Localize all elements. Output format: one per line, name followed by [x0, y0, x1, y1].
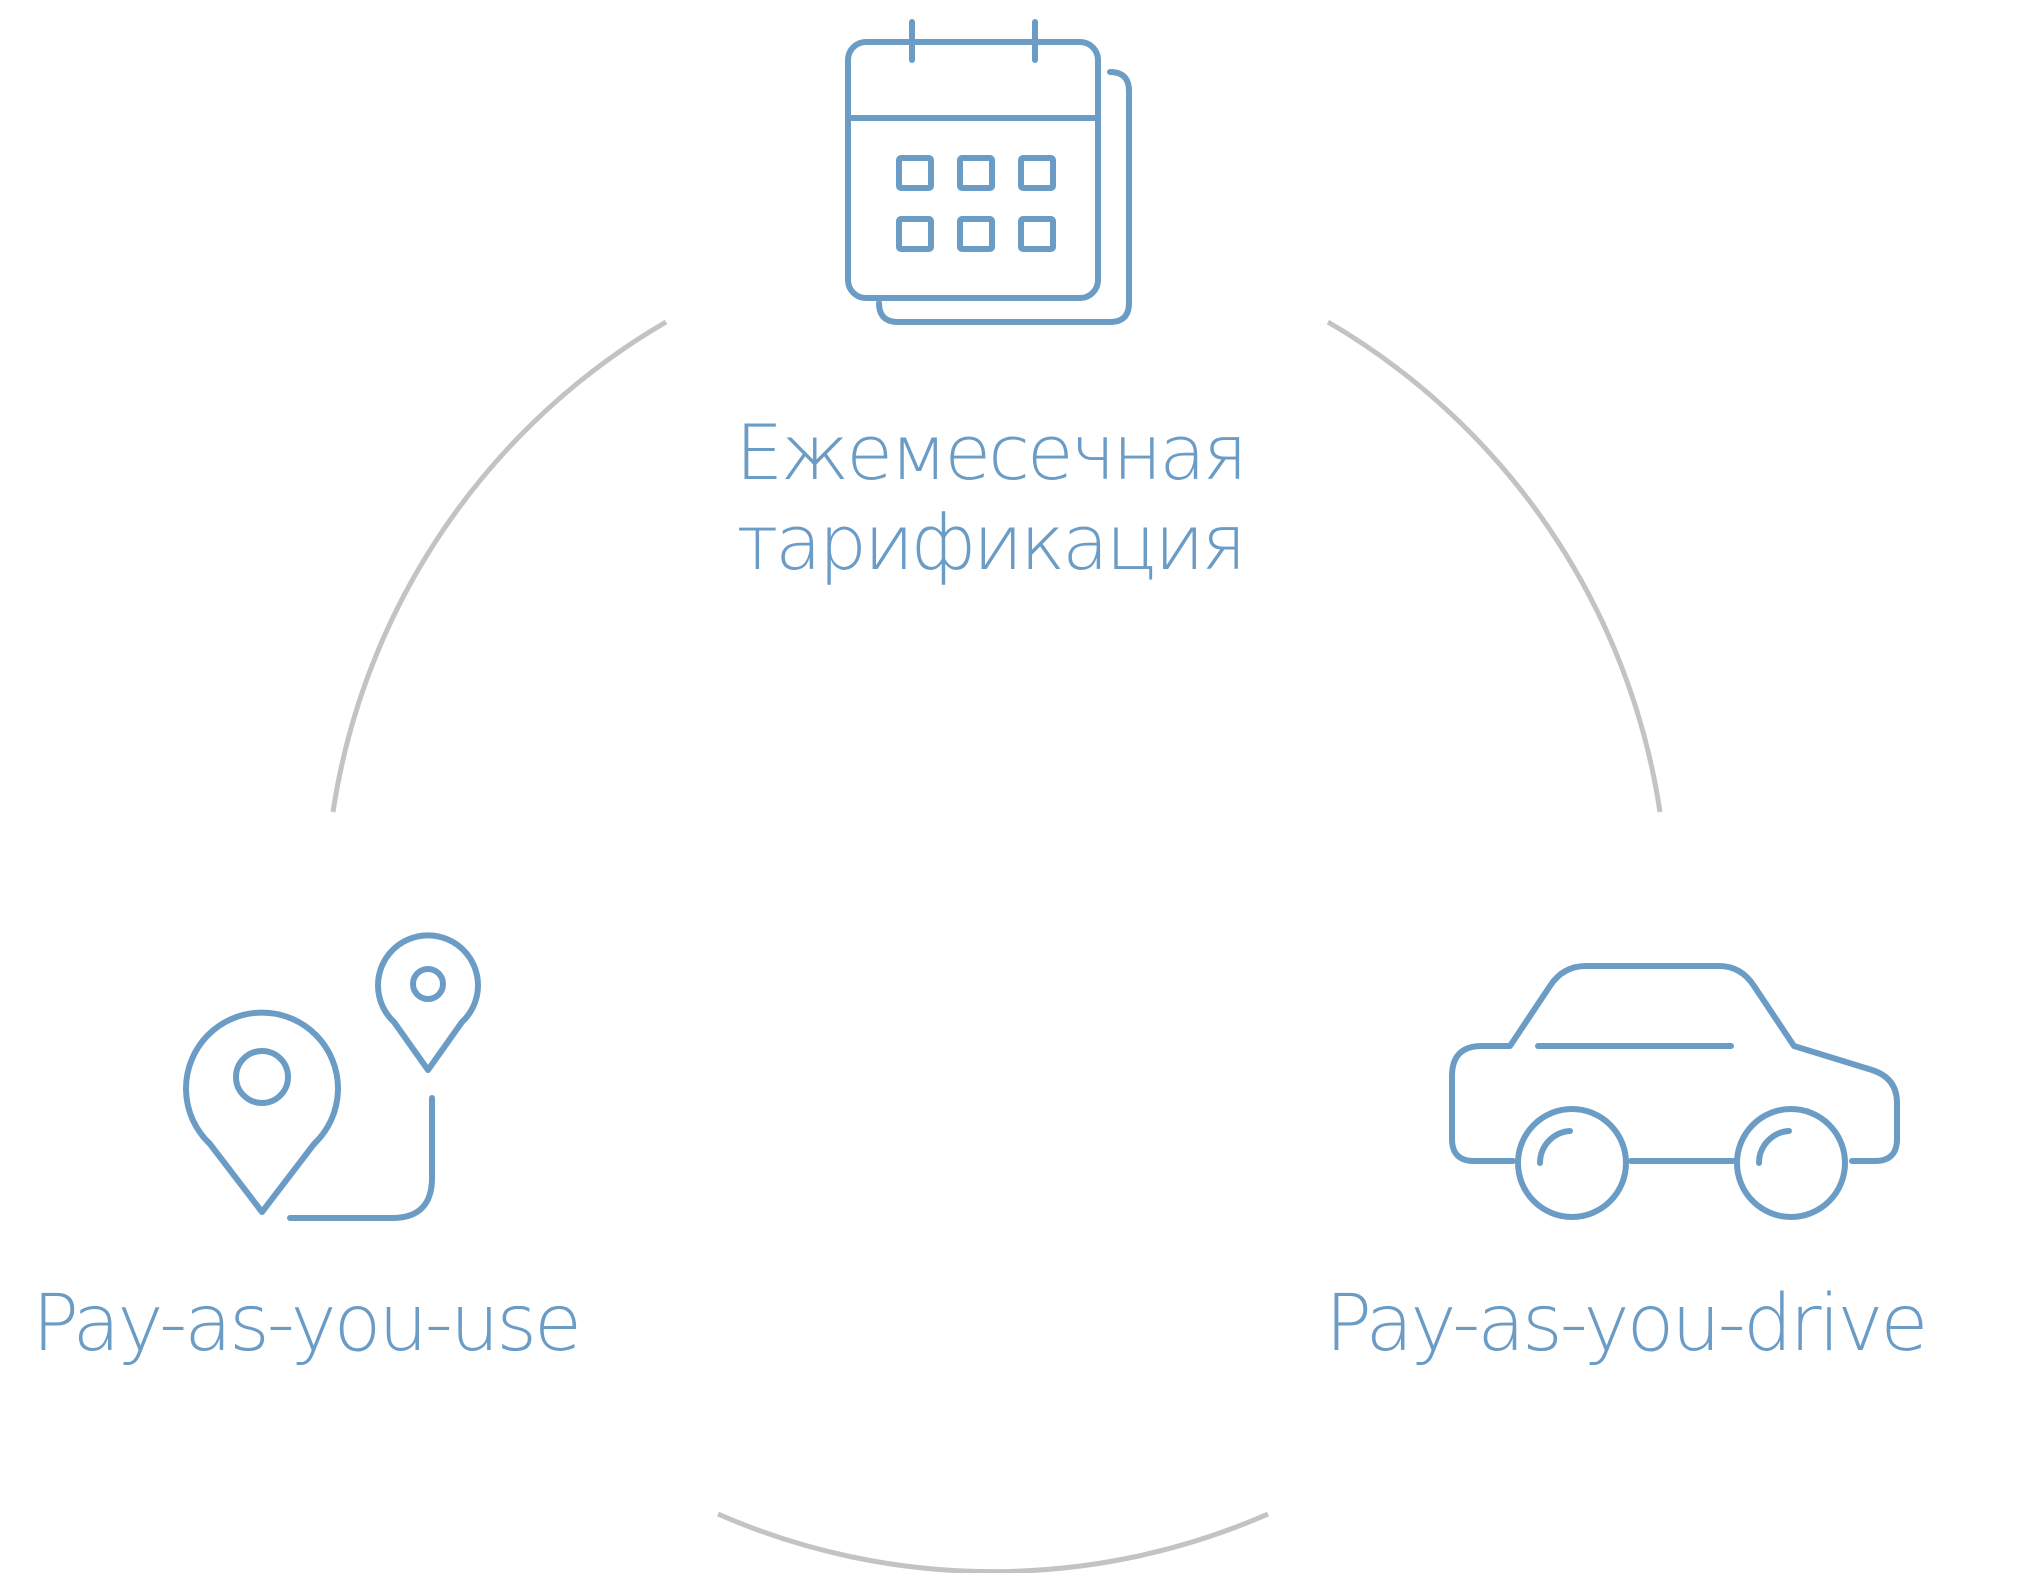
front-wheel-highlight	[1755, 1128, 1792, 1166]
calendar-cell	[1018, 216, 1056, 252]
pay-as-you-drive-label: Pay-as-you-drive	[1325, 1279, 1928, 1369]
car-icon	[1449, 963, 1900, 1220]
calendar-body	[845, 39, 1101, 301]
small-pin-dot	[410, 966, 446, 1002]
calendar-icon	[845, 19, 1132, 325]
calendar-cell	[957, 216, 995, 252]
large-pin	[183, 1009, 341, 1215]
calendar-back-page	[876, 69, 1132, 325]
monthly-billing-label: Ежемесечная тарификация	[690, 408, 1290, 587]
front-wheel	[1734, 1106, 1848, 1220]
monthly-billing-label-line1: Ежемесечная	[735, 408, 1248, 497]
rear-wheel-highlight	[1536, 1128, 1573, 1166]
calendar-cell	[896, 155, 934, 191]
small-pin	[375, 932, 481, 1073]
route-path	[287, 1095, 435, 1221]
calendar-cell	[1018, 155, 1056, 191]
ring-arc-bottom	[716, 1511, 1270, 1573]
route-pins-icon	[183, 932, 481, 1221]
ring-arc-left	[330, 319, 668, 813]
large-pin-dot	[233, 1048, 291, 1106]
ring-arc-right	[1326, 319, 1663, 813]
pay-as-you-use-label: Pay-as-you-use	[32, 1279, 582, 1369]
car-body	[1449, 963, 1900, 1164]
monthly-billing-label-line2: тарификация	[736, 497, 1246, 587]
rear-wheel	[1515, 1106, 1629, 1220]
calendar-cell	[896, 216, 934, 252]
calendar-cell	[957, 155, 995, 191]
